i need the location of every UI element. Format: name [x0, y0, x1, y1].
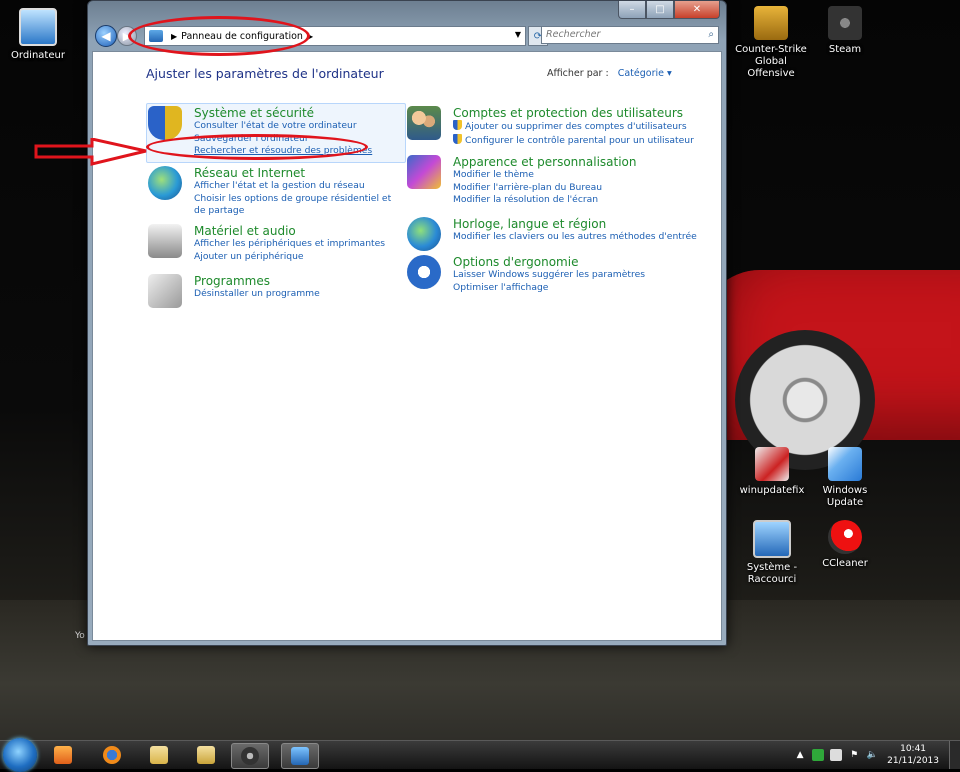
view-by: Afficher par : Catégorie ▾	[547, 68, 672, 79]
desktop-icon-label: Windows Update	[822, 485, 868, 508]
network-icon[interactable]	[812, 749, 825, 761]
action-center-flag-icon[interactable]: ⚑	[848, 749, 860, 761]
link-groupe-residentiel[interactable]: Choisir les options de groupe résidentie…	[194, 193, 394, 218]
link-consulter-etat[interactable]: Consulter l'état de votre ordinateur	[194, 120, 394, 133]
arrow-left-icon: ◀	[101, 29, 111, 43]
ccleaner-icon	[828, 520, 862, 554]
view-by-label: Afficher par :	[547, 68, 609, 79]
start-button[interactable]	[3, 738, 37, 772]
clock-globe-icon	[407, 217, 441, 251]
desktop-icon-label: Ordinateur	[11, 50, 65, 61]
appearance-icon	[407, 155, 441, 189]
clock[interactable]: 10:41 21/11/2013	[887, 743, 939, 767]
annotation-arrow	[34, 138, 147, 166]
folder-icon	[150, 746, 168, 764]
link-peripheriques-imprimantes[interactable]: Afficher les périphériques et imprimante…	[194, 238, 394, 251]
search-icon[interactable]: ⌕	[708, 29, 714, 40]
category-title[interactable]: Apparence et personnalisation	[453, 155, 723, 169]
link-claviers[interactable]: Modifier les claviers ou les autres méth…	[453, 231, 723, 244]
link-optimiser-affichage[interactable]: Optimiser l'affichage	[453, 282, 723, 295]
link-modifier-theme[interactable]: Modifier le thème	[453, 169, 723, 182]
media-player-icon	[54, 746, 72, 764]
category-title[interactable]: Programmes	[194, 274, 394, 288]
category-title[interactable]: Comptes et protection des utilisateurs	[453, 106, 723, 120]
desktop-icon-ordinateur[interactable]: Ordinateur	[0, 8, 76, 62]
taskbar-steam[interactable]	[231, 743, 269, 769]
taskbar-control-panel[interactable]	[281, 743, 319, 769]
maximize-button[interactable]: □	[646, 1, 674, 19]
desktop-icon-label: Système - Raccourci	[746, 562, 798, 585]
taskbar-media-player[interactable]	[45, 743, 81, 767]
desktop-icon-counter-strike[interactable]: Counter-Strike Global Offensive	[733, 6, 809, 80]
network-globe-icon	[148, 166, 182, 200]
link-ajouter-comptes[interactable]: Ajouter ou supprimer des comptes d'utili…	[453, 120, 723, 134]
counter-strike-icon	[754, 6, 788, 40]
link-controle-parental[interactable]: Configurer le contrôle parental pour un …	[453, 134, 723, 148]
search-input[interactable]: Rechercher ⌕	[541, 26, 719, 44]
desktop-icon-label: CCleaner	[822, 558, 868, 569]
desktop-stray-text: Yo	[75, 631, 85, 641]
clock-time: 10:41	[900, 744, 927, 754]
link-resolution-ecran[interactable]: Modifier la résolution de l'écran	[453, 194, 723, 207]
page-title: Ajuster les paramètres de l'ordinateur	[146, 66, 384, 81]
folder-icon	[197, 746, 215, 764]
link-suggerer-parametres[interactable]: Laisser Windows suggérer les paramètres	[453, 269, 723, 282]
desktop-icon-systeme-raccourci[interactable]: Système - Raccourci	[734, 520, 810, 586]
category-title[interactable]: Système et sécurité	[194, 106, 394, 120]
clock-date: 21/11/2013	[887, 756, 939, 766]
system-tray: ▲ ⚑ 🔈 10:41 21/11/2013	[791, 741, 960, 769]
category-title[interactable]: Matériel et audio	[194, 224, 394, 238]
control-panel-window[interactable]: – □ ✕ ◀ ▶ ▶ Panneau de configuration ▶ ▼…	[87, 0, 727, 646]
shield-icon	[148, 106, 182, 140]
category-title[interactable]: Réseau et Internet	[194, 166, 394, 180]
desktop-icon-label: winupdatefix	[739, 485, 805, 496]
desktop-icon-winupdatefix[interactable]: winupdatefix	[734, 447, 810, 497]
minimize-button[interactable]: –	[618, 1, 646, 19]
chevron-down-icon[interactable]: ▼	[515, 30, 521, 39]
desktop-icon-windows-update[interactable]: Windows Update	[807, 447, 883, 509]
users-icon	[407, 106, 441, 140]
taskbar-explorer[interactable]	[141, 743, 177, 767]
windows-update-icon	[828, 447, 862, 481]
desktop-icon-label: Steam	[828, 44, 862, 55]
link-arriere-plan[interactable]: Modifier l'arrière-plan du Bureau	[453, 182, 723, 195]
annotation-ellipse-address	[128, 16, 310, 56]
accessibility-icon	[407, 255, 441, 289]
display-icon[interactable]	[830, 749, 843, 761]
show-hidden-icons-icon[interactable]: ▲	[794, 749, 806, 761]
close-button[interactable]: ✕	[674, 1, 720, 19]
view-by-dropdown[interactable]: Catégorie ▾	[618, 68, 672, 79]
steam-icon	[241, 747, 259, 765]
taskbar: ▲ ⚑ 🔈 10:41 21/11/2013	[0, 738, 960, 772]
back-button[interactable]: ◀	[95, 25, 117, 47]
computer-icon	[19, 8, 57, 46]
window-controls: – □ ✕	[618, 1, 720, 19]
firefox-icon	[103, 746, 121, 764]
winupdatefix-icon	[755, 447, 789, 481]
desktop-icon-label: Counter-Strike Global Offensive	[735, 44, 807, 79]
annotation-ellipse-link	[146, 134, 368, 160]
show-desktop-button[interactable]	[949, 741, 960, 769]
printer-icon	[148, 224, 182, 258]
control-panel-icon	[291, 747, 309, 765]
link-etat-reseau[interactable]: Afficher l'état et la gestion du réseau	[194, 180, 394, 193]
desktop-icon-steam[interactable]: Steam	[807, 6, 883, 56]
programs-icon	[148, 274, 182, 308]
desktop-icon-ccleaner[interactable]: CCleaner	[807, 520, 883, 570]
category-title[interactable]: Horloge, langue et région	[453, 217, 723, 231]
steam-icon	[828, 6, 862, 40]
taskbar-firefox[interactable]	[94, 743, 130, 767]
search-placeholder: Rechercher	[546, 29, 601, 40]
system-shortcut-icon	[753, 520, 791, 558]
taskbar-folder[interactable]	[188, 743, 224, 767]
link-desinstaller-programme[interactable]: Désinstaller un programme	[194, 288, 394, 301]
link-ajouter-peripherique[interactable]: Ajouter un périphérique	[194, 251, 394, 264]
category-title[interactable]: Options d'ergonomie	[453, 255, 723, 269]
volume-icon[interactable]: 🔈	[866, 749, 878, 761]
